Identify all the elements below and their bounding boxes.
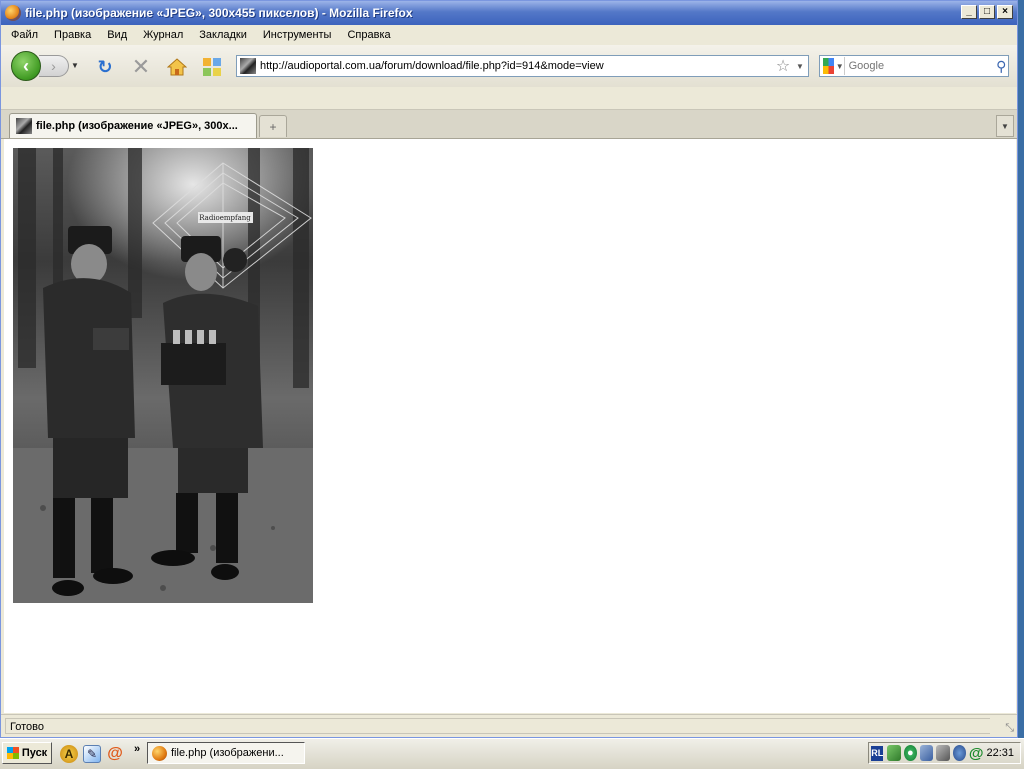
status-text: Готово [5, 718, 990, 734]
history-dropdown-icon[interactable]: ▼ [71, 61, 79, 70]
reload-icon[interactable]: ↻ [95, 57, 115, 77]
tray-network-icon[interactable] [920, 745, 934, 761]
system-tray: RL ● @ 22:31 [868, 742, 1021, 764]
quicklaunch-mail-icon[interactable]: @ [106, 745, 124, 763]
window-controls: _ □ × [961, 5, 1013, 19]
tray-app-icon[interactable] [887, 745, 901, 761]
firefox-icon [152, 745, 167, 761]
quicklaunch-browser-icon[interactable]: A [60, 745, 78, 763]
apps-icon[interactable] [202, 57, 222, 77]
firefox-icon[interactable] [5, 5, 21, 21]
search-input[interactable] [843, 57, 995, 75]
plus-icon: + [269, 119, 277, 134]
menu-history[interactable]: Журнал [135, 29, 191, 41]
menu-bar: Файл Правка Вид Журнал Закладки Инструме… [1, 25, 1017, 45]
close-button[interactable]: × [997, 5, 1013, 19]
menu-view[interactable]: Вид [99, 29, 135, 41]
maximize-button[interactable]: □ [979, 5, 995, 19]
menu-bookmarks[interactable]: Закладки [191, 29, 255, 41]
tray-volume-icon[interactable] [936, 745, 950, 761]
status-bar: Готово ⤡ [1, 714, 1017, 737]
tray-messenger-icon[interactable]: ● [903, 745, 918, 761]
menu-file[interactable]: Файл [1, 29, 46, 41]
clock[interactable]: 22:31 [987, 747, 1015, 759]
bookmark-star-icon[interactable]: ☆ [774, 56, 792, 76]
jpeg-image[interactable]: Radioempfang [13, 148, 313, 603]
firefox-window: file.php (изображение «JPEG», 300x455 пи… [0, 0, 1018, 738]
start-label: Пуск [21, 747, 48, 759]
list-all-tabs-button[interactable]: ▼ [996, 115, 1014, 137]
quicklaunch-editor-icon[interactable]: ✎ [83, 745, 101, 763]
tab-label: file.php (изображение «JPEG», 300x... [36, 120, 238, 132]
taskbar: Пуск A ✎ @ » file.php (изображени... RL … [0, 738, 1024, 769]
language-indicator[interactable]: RL [871, 745, 884, 761]
resize-grip-icon[interactable]: ⤡ [1005, 722, 1014, 735]
stop-icon[interactable]: ✕ [131, 54, 151, 79]
minimize-button[interactable]: _ [961, 5, 977, 19]
navigation-toolbar: › ‹ ▼ ↻ ✕ http://audioportal.com.ua/foru… [1, 45, 1017, 88]
tab-active[interactable]: file.php (изображение «JPEG», 300x... [9, 113, 257, 138]
back-arrow-icon: ‹ [23, 55, 29, 76]
tray-mail-icon[interactable]: @ [969, 745, 984, 762]
taskbar-firefox-button[interactable]: file.php (изображени... [147, 742, 305, 764]
home-icon[interactable] [167, 57, 187, 77]
google-engine-icon[interactable] [823, 58, 834, 74]
sign-text: Radioempfang [199, 214, 251, 222]
start-button[interactable]: Пуск [2, 742, 52, 764]
chevron-down-icon: ▼ [1001, 121, 1009, 131]
address-bar[interactable]: http://audioportal.com.ua/forum/download… [236, 55, 809, 77]
new-tab-button[interactable]: + [259, 115, 287, 137]
site-favicon-icon [240, 58, 256, 74]
title-bar[interactable]: file.php (изображение «JPEG», 300x455 пи… [1, 1, 1017, 25]
forward-button[interactable]: › [39, 55, 69, 77]
menu-edit[interactable]: Правка [46, 29, 99, 41]
menu-tools[interactable]: Инструменты [255, 29, 340, 41]
forward-arrow-icon: › [51, 58, 56, 74]
bookmarks-toolbar [1, 87, 1017, 110]
menu-help[interactable]: Справка [339, 29, 398, 41]
magnifier-icon[interactable]: ⚲ [995, 58, 1008, 75]
window-title: file.php (изображение «JPEG», 300x455 пи… [25, 6, 413, 20]
back-button[interactable]: ‹ [11, 51, 41, 81]
tab-strip: file.php (изображение «JPEG», 300x... + … [1, 110, 1017, 139]
quicklaunch-more-button[interactable]: » [134, 743, 140, 755]
url-dropdown-icon[interactable]: ▼ [792, 62, 808, 71]
url-text[interactable]: http://audioportal.com.ua/forum/download… [260, 60, 774, 72]
tab-favicon-icon [16, 118, 32, 134]
engine-dropdown-icon[interactable]: ▼ [836, 62, 844, 71]
tray-security-icon[interactable] [952, 745, 966, 761]
taskbar-firefox-label: file.php (изображени... [171, 747, 284, 759]
search-bar: ▼ ⚲ [819, 55, 1009, 77]
windows-logo-icon [6, 747, 19, 759]
page-content: Radioempfang [4, 139, 1016, 713]
